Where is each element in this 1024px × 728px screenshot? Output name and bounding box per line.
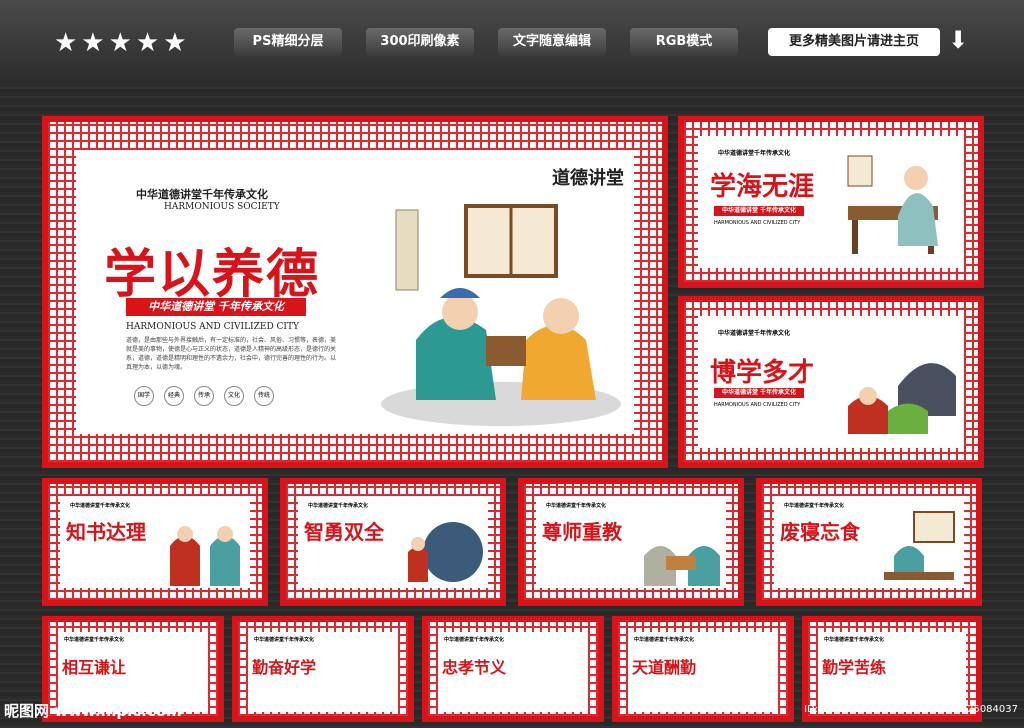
board-title: 智勇双全	[304, 520, 384, 544]
board-tiandao: 中华道德讲堂千年传承文化 天道酬勤	[612, 616, 794, 722]
board-heading: 中华道德讲堂千年传承文化	[634, 637, 695, 643]
youth-robe	[521, 325, 596, 400]
more-images-link[interactable]: 更多精美图片请进主页	[768, 28, 940, 56]
youth-head	[543, 298, 579, 334]
board-qinfen: 中华道德讲堂千年传承文化 勤奋好学	[232, 616, 414, 722]
board-heading: 中华道德讲堂千年传承文化	[254, 637, 315, 643]
board-title: 尊师重教	[542, 520, 622, 544]
board-heading: 中华道德讲堂千年传承文化	[718, 150, 791, 157]
board-heading: 中华道德讲堂千年传承文化	[718, 330, 791, 337]
print-pixels-button[interactable]: 300印刷像素	[366, 28, 474, 56]
board-ribbon: 中华道德讲堂 千年传承文化	[714, 206, 804, 216]
main-body-text: 道德，是由那些与外界接触后，有一定标准的，社会、风俗、习惯等，表德，美就是美的事…	[126, 337, 337, 371]
circle-tag: 文化	[224, 386, 244, 406]
board-zhishu: 中华道德讲堂千年传承文化 知书达理	[42, 478, 268, 606]
board-zunshi: 中华道德讲堂千年传承文化 尊师重教	[518, 478, 744, 606]
board-heading: 中华道德讲堂千年传承文化	[308, 503, 369, 509]
board-ribbon: 中华道德讲堂 千年传承文化	[714, 388, 804, 398]
board-title: 知书达理	[66, 520, 146, 544]
illustration	[408, 522, 483, 582]
table	[486, 336, 526, 366]
illustration	[170, 526, 240, 586]
watermark-left: 昵图网 www.nipic.com	[4, 702, 182, 720]
top-toolbar: ★★★★★ PS精细分层 300印刷像素 文字随意编辑 RGB模式 更多精美图片…	[0, 0, 1024, 84]
rgb-mode-button[interactable]: RGB模式	[630, 28, 738, 56]
logo-calligraphy: 道德讲堂	[552, 168, 624, 189]
board-xuehai: 中华道德讲堂千年传承文化 学海无涯 中华道德讲堂 千年传承文化 HARMONIO…	[678, 116, 984, 288]
scholar-reading-illustration	[847, 155, 938, 254]
arrow-down-icon: ⬇	[948, 26, 969, 54]
board-heading: 中华道德讲堂千年传承文化	[784, 503, 845, 509]
board-heading: 中华道德讲堂千年传承文化	[824, 637, 885, 643]
watermark-id: ID:26956709 NO:20190404081025084037	[804, 704, 1018, 715]
scholars-illustration	[381, 204, 621, 426]
main-heading: 中华道德讲堂千年传承文化	[136, 188, 268, 201]
board-title: 博学多才	[710, 358, 815, 388]
board-title: 勤学苦练	[822, 658, 887, 677]
illustration	[884, 511, 955, 580]
circle-tags: 国学 经典 传承 文化 传统	[134, 386, 274, 406]
board-heading: 中华道德讲堂千年传承文化	[70, 503, 131, 509]
board-title: 学海无涯	[710, 172, 815, 202]
board-title: 忠孝节义	[442, 658, 507, 677]
board-zhongxiao: 中华道德讲堂千年传承文化 忠孝节义	[422, 616, 604, 722]
editable-text-button[interactable]: 文字随意编辑	[498, 28, 606, 56]
main-board: 中华道德讲堂千年传承文化 HARMONIOUS SOCIETY 学以养德 中华道…	[42, 116, 668, 468]
main-board-content: 中华道德讲堂千年传承文化 HARMONIOUS SOCIETY 学以养德 中华道…	[76, 150, 634, 434]
board-sub-en: HARMONIOUS AND CIVILIZED CITY	[714, 220, 801, 226]
main-heading-en: HARMONIOUS SOCIETY	[164, 202, 280, 212]
board-title: 相互谦让	[62, 658, 127, 677]
circle-tag: 传承	[194, 386, 214, 406]
circle-tag: 国学	[134, 386, 154, 406]
board-heading: 中华道德讲堂千年传承文化	[444, 637, 505, 643]
board-zhiyong: 中华道德讲堂千年传承文化 智勇双全	[280, 478, 506, 606]
board-heading: 中华道德讲堂千年传承文化	[64, 637, 125, 643]
board-heading: 中华道德讲堂千年传承文化	[546, 503, 607, 509]
main-subtitle-en: HARMONIOUS AND CIVILIZED CITY	[126, 322, 299, 332]
board-feiqin: 中华道德讲堂千年传承文化 废寝忘食	[756, 478, 982, 606]
scroll-painting	[395, 209, 419, 291]
elder-head	[442, 294, 478, 330]
circle-tag: 传统	[254, 386, 274, 406]
board-boxue: 中华道德讲堂千年传承文化 博学多才 中华道德讲堂 千年传承文化 HARMONIO…	[678, 296, 984, 468]
main-title: 学以养德	[104, 245, 321, 305]
illustration	[644, 546, 720, 586]
board-title: 勤奋好学	[252, 658, 317, 677]
board-title: 天道酬勤	[632, 658, 697, 677]
circle-tag: 经典	[164, 386, 184, 406]
ps-layers-button[interactable]: PS精细分层	[234, 28, 342, 56]
rating-stars: ★★★★★	[54, 28, 191, 58]
elder-robe	[416, 317, 496, 400]
board-sub-en: HARMONIOUS AND CIVILIZED CITY	[714, 402, 801, 408]
board-title: 废寝忘食	[780, 520, 860, 544]
main-ribbon: 中华道德讲堂 千年传承文化	[126, 298, 306, 316]
children-learning-illustration	[848, 363, 956, 434]
